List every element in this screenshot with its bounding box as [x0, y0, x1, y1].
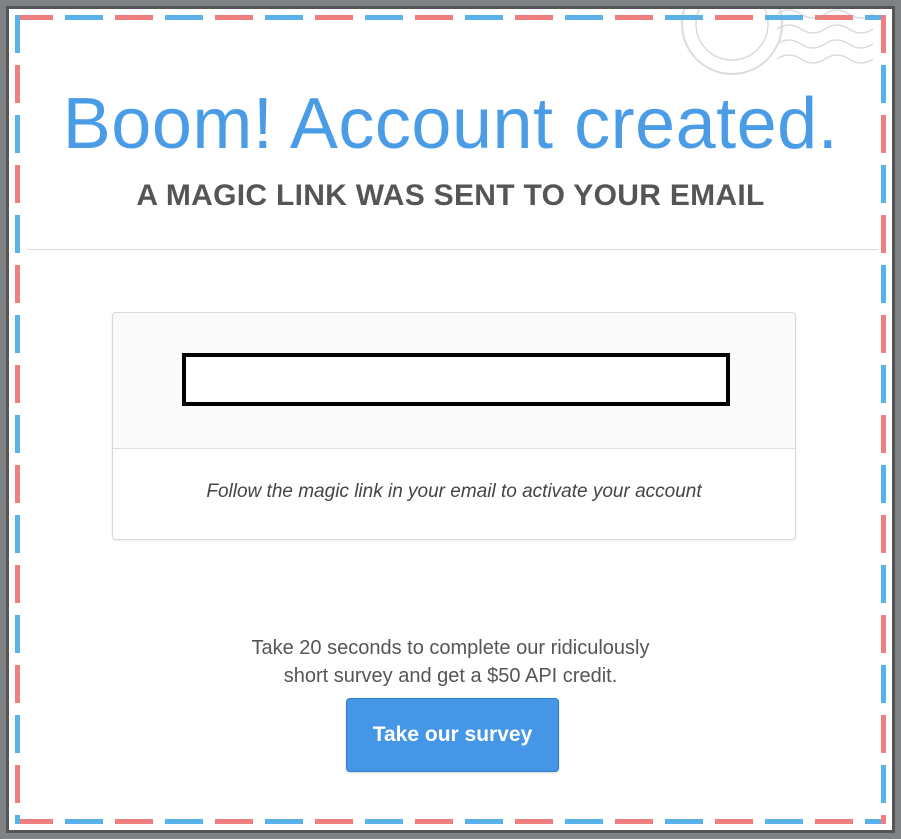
account-created-modal: Boom! Account created. A MAGIC LINK WAS …	[6, 6, 895, 833]
section-divider	[27, 249, 878, 250]
activation-instructions: Follow the magic link in your email to a…	[206, 481, 702, 502]
survey-promo-line1: Take 20 seconds to complete our ridiculo…	[251, 637, 650, 659]
email-display-panel	[113, 313, 795, 449]
survey-promo-line2: short survey and get a $50 API credit.	[283, 665, 618, 687]
email-address-box	[182, 353, 730, 406]
page-title: Boom! Account created.	[62, 84, 839, 164]
magic-link-card: Follow the magic link in your email to a…	[112, 312, 796, 540]
survey-promo-text: Take 20 seconds to complete our ridiculo…	[9, 634, 892, 690]
page-subtitle: A MAGIC LINK WAS SENT TO YOUR EMAIL	[136, 179, 765, 212]
airmail-border-bottom	[15, 819, 886, 824]
take-survey-button[interactable]: Take our survey	[346, 698, 559, 772]
